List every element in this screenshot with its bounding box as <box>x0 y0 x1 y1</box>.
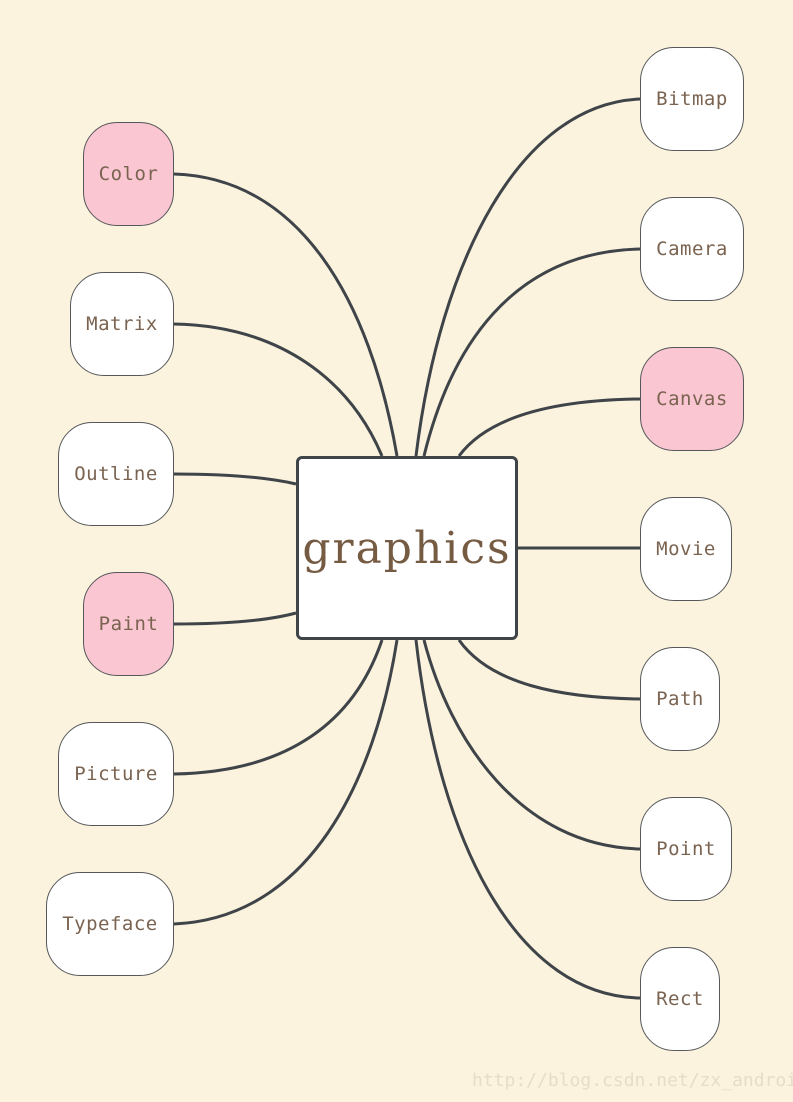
link-bitmap <box>414 97 641 457</box>
node-color[interactable]: Color <box>83 122 174 226</box>
node-label: Point <box>656 838 716 860</box>
node-label: Color <box>98 163 159 185</box>
node-label: Rect <box>656 988 704 1010</box>
central-topic-label: graphics <box>302 522 512 574</box>
node-label: Bitmap <box>656 88 728 110</box>
link-paint <box>173 611 297 626</box>
link-canvas <box>457 397 641 457</box>
node-paint[interactable]: Paint <box>83 572 174 676</box>
node-label: Canvas <box>656 388 728 410</box>
node-point[interactable]: Point <box>640 797 732 901</box>
node-bitmap[interactable]: Bitmap <box>640 47 744 151</box>
link-color <box>173 172 399 457</box>
node-camera[interactable]: Camera <box>640 197 744 301</box>
node-picture[interactable]: Picture <box>58 722 174 826</box>
node-label: Typeface <box>62 913 158 935</box>
node-label: Matrix <box>86 313 158 335</box>
watermark: http://blog.csdn.net/zx_android <box>472 1070 793 1091</box>
node-label: Outline <box>74 463 158 485</box>
node-canvas[interactable]: Canvas <box>640 347 744 451</box>
node-label: Movie <box>656 538 716 560</box>
node-movie[interactable]: Movie <box>640 497 732 601</box>
node-label: Camera <box>656 238 728 260</box>
node-label: Path <box>656 688 704 710</box>
central-topic-graphics[interactable]: graphics <box>296 456 518 640</box>
link-rect <box>414 639 641 1000</box>
node-label: Picture <box>74 763 158 785</box>
link-outline <box>173 472 297 486</box>
link-picture <box>173 639 384 776</box>
node-rect[interactable]: Rect <box>640 947 720 1051</box>
node-matrix[interactable]: Matrix <box>70 272 174 376</box>
link-path <box>457 639 641 701</box>
node-typeface[interactable]: Typeface <box>46 872 174 976</box>
node-label: Paint <box>98 613 159 635</box>
node-path[interactable]: Path <box>640 647 720 751</box>
node-outline[interactable]: Outline <box>58 422 174 526</box>
link-matrix <box>173 322 384 457</box>
